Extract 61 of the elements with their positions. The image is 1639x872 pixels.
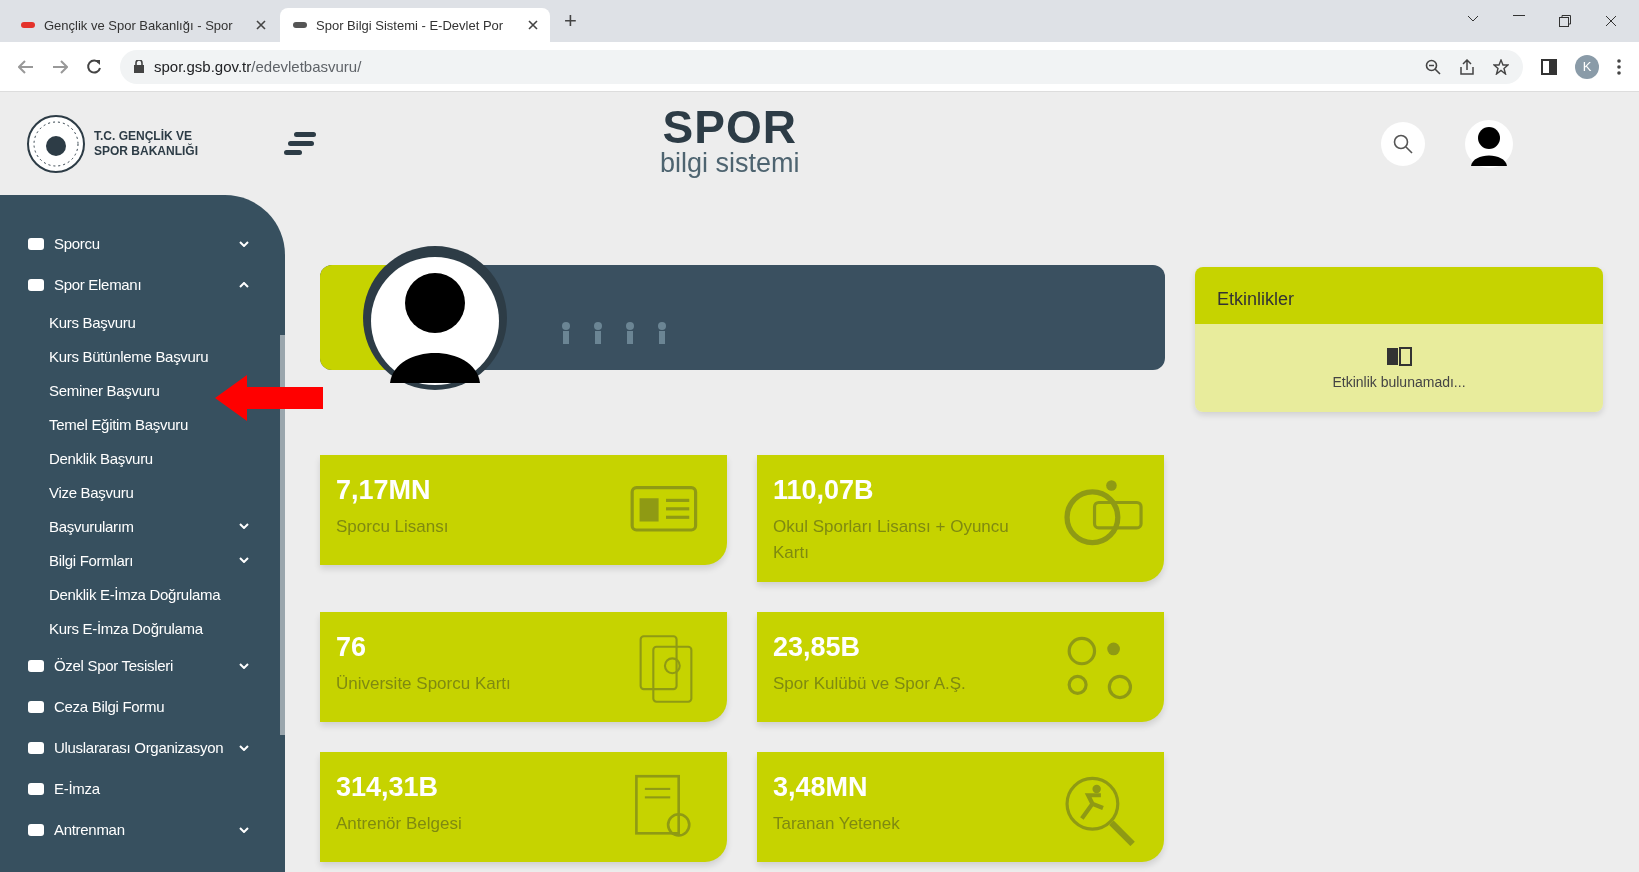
browser-tab[interactable]: Gençlik ve Spor Bakanlığı - Spor <box>8 8 278 42</box>
submenu-item[interactable]: Denklik Başvuru <box>0 441 163 475</box>
stat-value: 7,17MN <box>336 475 432 506</box>
sidebar-item[interactable]: Özel Spor Tesisleri <box>0 645 277 686</box>
emblem-icon <box>26 113 86 174</box>
user-avatar[interactable] <box>1465 119 1513 168</box>
logo-subtitle: bilgi sistemi <box>660 150 800 176</box>
site-icon <box>292 19 308 31</box>
address-bar[interactable]: spor.gsb.gov.tr/edevletbasvuru/ <box>120 49 1523 84</box>
submenu-item[interactable]: Vize Başvuru <box>0 475 144 509</box>
stat-label: Okul Sporları Lisansı + Oyuncu Kartı <box>773 516 1010 564</box>
submenu-item[interactable]: Kurs E-İmza Doğrulama <box>0 611 213 645</box>
reload-icon[interactable] <box>86 58 102 75</box>
sidebar-item[interactable]: Antrenman <box>0 809 277 850</box>
menu-icon[interactable] <box>284 130 316 157</box>
forward-icon[interactable] <box>52 59 68 74</box>
sidebar-item[interactable]: Spor Elemanı <box>0 264 277 305</box>
close-tab-icon[interactable] <box>256 20 266 30</box>
site-icon <box>20 19 36 31</box>
search-icon <box>1393 133 1413 154</box>
minimize-icon[interactable] <box>1513 15 1525 17</box>
stat-value: 76 <box>336 632 368 663</box>
stat-label: Antrenör Belgesi <box>336 813 463 835</box>
back-icon[interactable] <box>18 59 34 74</box>
stat-label: Üniversite Sporcu Kartı <box>336 673 512 695</box>
submenu-item[interactable]: Kurs Bütünleme Başvuru <box>0 339 219 373</box>
menu-icon[interactable] <box>1617 58 1621 75</box>
search-button[interactable] <box>1381 121 1425 166</box>
submenu-item[interactable]: Başvurularım <box>0 509 277 543</box>
submenu-item[interactable]: Temel Eğitim Başvuru <box>0 407 199 441</box>
close-tab-icon[interactable] <box>528 20 538 30</box>
logo-title: SPOR <box>662 104 797 150</box>
share-icon[interactable] <box>1459 58 1475 75</box>
restore-icon[interactable] <box>1559 15 1571 27</box>
submenu-item[interactable]: Kurs Başvuru <box>0 305 146 339</box>
submenu-item[interactable]: Seminer Başvuru <box>0 373 170 407</box>
submenu-item[interactable]: Denklik E-İmza Doğrulama <box>0 577 231 611</box>
sidebar-item[interactable]: Ceza Bilgi Formu <box>0 686 277 727</box>
chevron-icon[interactable] <box>1467 15 1479 23</box>
stat-value: 23,85B <box>773 632 862 663</box>
empty-message: Etkinlik bulunamadı... <box>1332 374 1466 390</box>
ministry-name: T.C. GENÇLİK VE SPOR BAKANLIĞI <box>94 128 199 159</box>
stat-label: Sporcu Lisansı <box>336 516 450 538</box>
lock-icon <box>134 60 144 73</box>
browser-tab[interactable]: Spor Bilgi Sistemi - E-Devlet Por <box>280 8 550 42</box>
close-icon[interactable] <box>1605 15 1617 27</box>
sidebar-item[interactable]: Uluslararası Organizasyon <box>0 727 277 768</box>
sidebar-icon[interactable] <box>1541 58 1557 75</box>
new-tab-button[interactable]: + <box>552 8 589 34</box>
stat-value: 3,48MN <box>773 772 869 803</box>
star-icon[interactable] <box>1493 58 1509 75</box>
stat-label: Spor Kulübü ve Spor A.Ş. <box>773 673 967 695</box>
zoom-icon[interactable] <box>1425 58 1441 75</box>
events-title: Etkinlikler <box>1195 267 1603 324</box>
stat-value: 110,07B <box>773 475 875 506</box>
submenu-item[interactable]: Bilgi Formları <box>0 543 277 577</box>
book-icon <box>1386 346 1412 366</box>
sidebar-item[interactable]: Sporcu <box>0 223 277 264</box>
sidebar-item[interactable]: E-İmza <box>0 768 277 809</box>
stat-value: 314,31B <box>336 772 440 803</box>
stat-label: Taranan Yetenek <box>773 813 901 835</box>
